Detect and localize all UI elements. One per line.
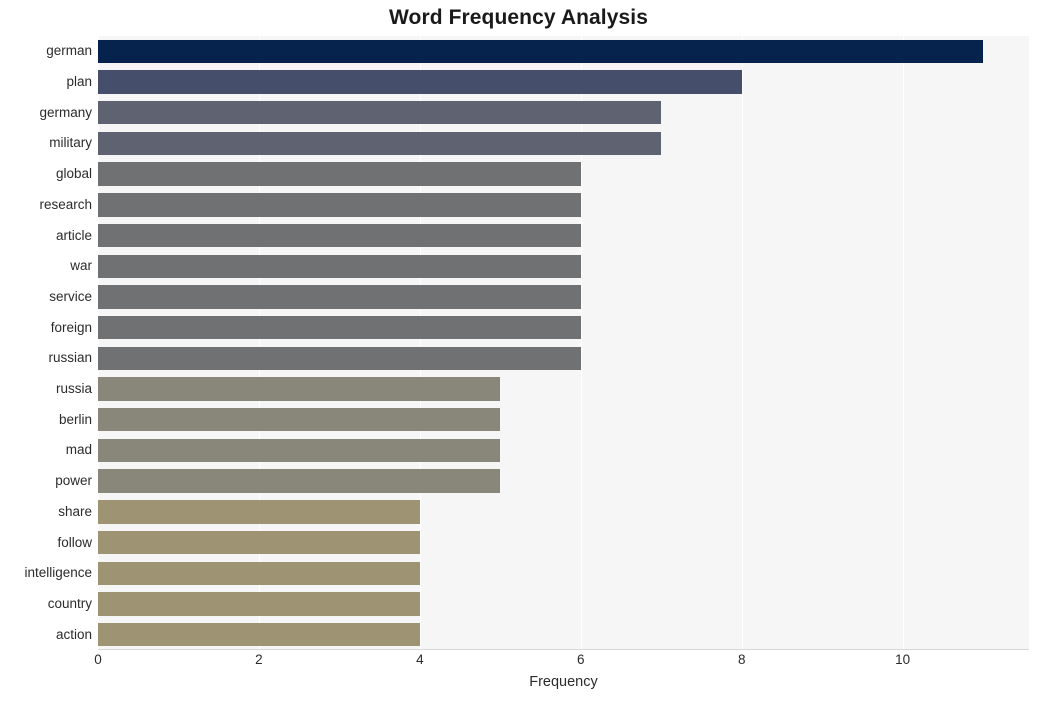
x-axis-title: Frequency <box>529 674 598 690</box>
bar-row <box>98 469 1029 493</box>
bar-row <box>98 70 1029 94</box>
y-tick-label-follow: follow <box>57 534 92 550</box>
bar-follow <box>98 530 420 555</box>
bar-plan <box>98 70 742 94</box>
bar-row <box>98 346 1029 370</box>
x-tick-label-8: 8 <box>737 652 746 667</box>
y-tick-label-foreign: foreign <box>50 319 92 335</box>
bar-russian <box>98 346 581 370</box>
plot-area <box>98 36 1029 650</box>
bar-global <box>98 162 581 186</box>
y-tick-label-war: war <box>70 258 92 274</box>
y-tick-label-article: article <box>55 227 92 243</box>
bars-layer <box>98 36 1029 650</box>
y-tick-label-germany: germany <box>39 104 92 120</box>
bar-military <box>98 131 662 156</box>
y-tick-label-global: global <box>55 166 92 182</box>
bar-berlin <box>98 408 501 432</box>
bar-action <box>98 622 420 647</box>
bar-country <box>98 592 420 616</box>
bar-germany <box>98 101 662 125</box>
bar-row <box>98 193 1029 217</box>
bar-foreign <box>98 315 581 340</box>
y-tick-label-plan: plan <box>66 74 92 90</box>
bar-row <box>98 561 1029 585</box>
chart-title: Word Frequency Analysis <box>388 6 649 29</box>
bar-row <box>98 254 1029 278</box>
bar-service <box>98 285 581 309</box>
bar-german <box>98 39 984 63</box>
y-tick-label-share: share <box>58 503 92 519</box>
bar-row <box>98 285 1029 309</box>
x-tick-label-2: 2 <box>255 652 263 667</box>
y-tick-label-intelligence: intelligence <box>24 565 92 581</box>
y-tick-label-berlin: berlin <box>58 411 92 427</box>
y-axis-category-labels: german plan germany military global research a… <box>0 36 92 650</box>
bar-row <box>98 162 1029 186</box>
bar-row <box>98 377 1029 401</box>
word-frequency-chart-figure: Word Frequency Analysis german plan german… <box>0 0 1037 701</box>
bar-row <box>98 101 1029 125</box>
y-tick-label-country: country <box>47 595 92 611</box>
y-tick-label-russian: russian <box>48 350 92 366</box>
x-tick-label-6: 6 <box>577 652 585 667</box>
bar-row <box>98 223 1029 248</box>
bar-row <box>98 438 1029 463</box>
bar-war <box>98 254 581 278</box>
bar-row <box>98 408 1029 432</box>
y-tick-label-action: action <box>55 626 92 642</box>
y-tick-label-russia: russia <box>55 381 92 397</box>
x-axis-tick-labels: 0 2 4 6 8 10 <box>94 650 1029 672</box>
bar-row <box>98 315 1029 340</box>
y-tick-label-german: german <box>46 43 92 59</box>
bar-row <box>98 592 1029 616</box>
y-tick-label-research: research <box>39 196 92 212</box>
bar-research <box>98 193 581 217</box>
x-tick-label-0: 0 <box>94 652 102 667</box>
bar-row <box>98 39 1029 63</box>
bar-row <box>98 500 1029 524</box>
x-tick-label-10: 10 <box>895 652 911 667</box>
bar-share <box>98 500 420 524</box>
bar-power <box>98 469 501 493</box>
y-tick-label-service: service <box>49 288 92 304</box>
y-tick-label-mad: mad <box>65 442 92 458</box>
bar-intelligence <box>98 561 420 585</box>
y-tick-label-power: power <box>55 473 92 489</box>
bar-row <box>98 622 1029 647</box>
bar-row <box>98 530 1029 555</box>
bar-row <box>98 131 1029 156</box>
bar-mad <box>98 438 501 463</box>
y-tick-label-military: military <box>49 135 92 151</box>
bar-russia <box>98 377 501 401</box>
bar-article <box>98 223 581 248</box>
x-tick-label-4: 4 <box>416 652 424 667</box>
